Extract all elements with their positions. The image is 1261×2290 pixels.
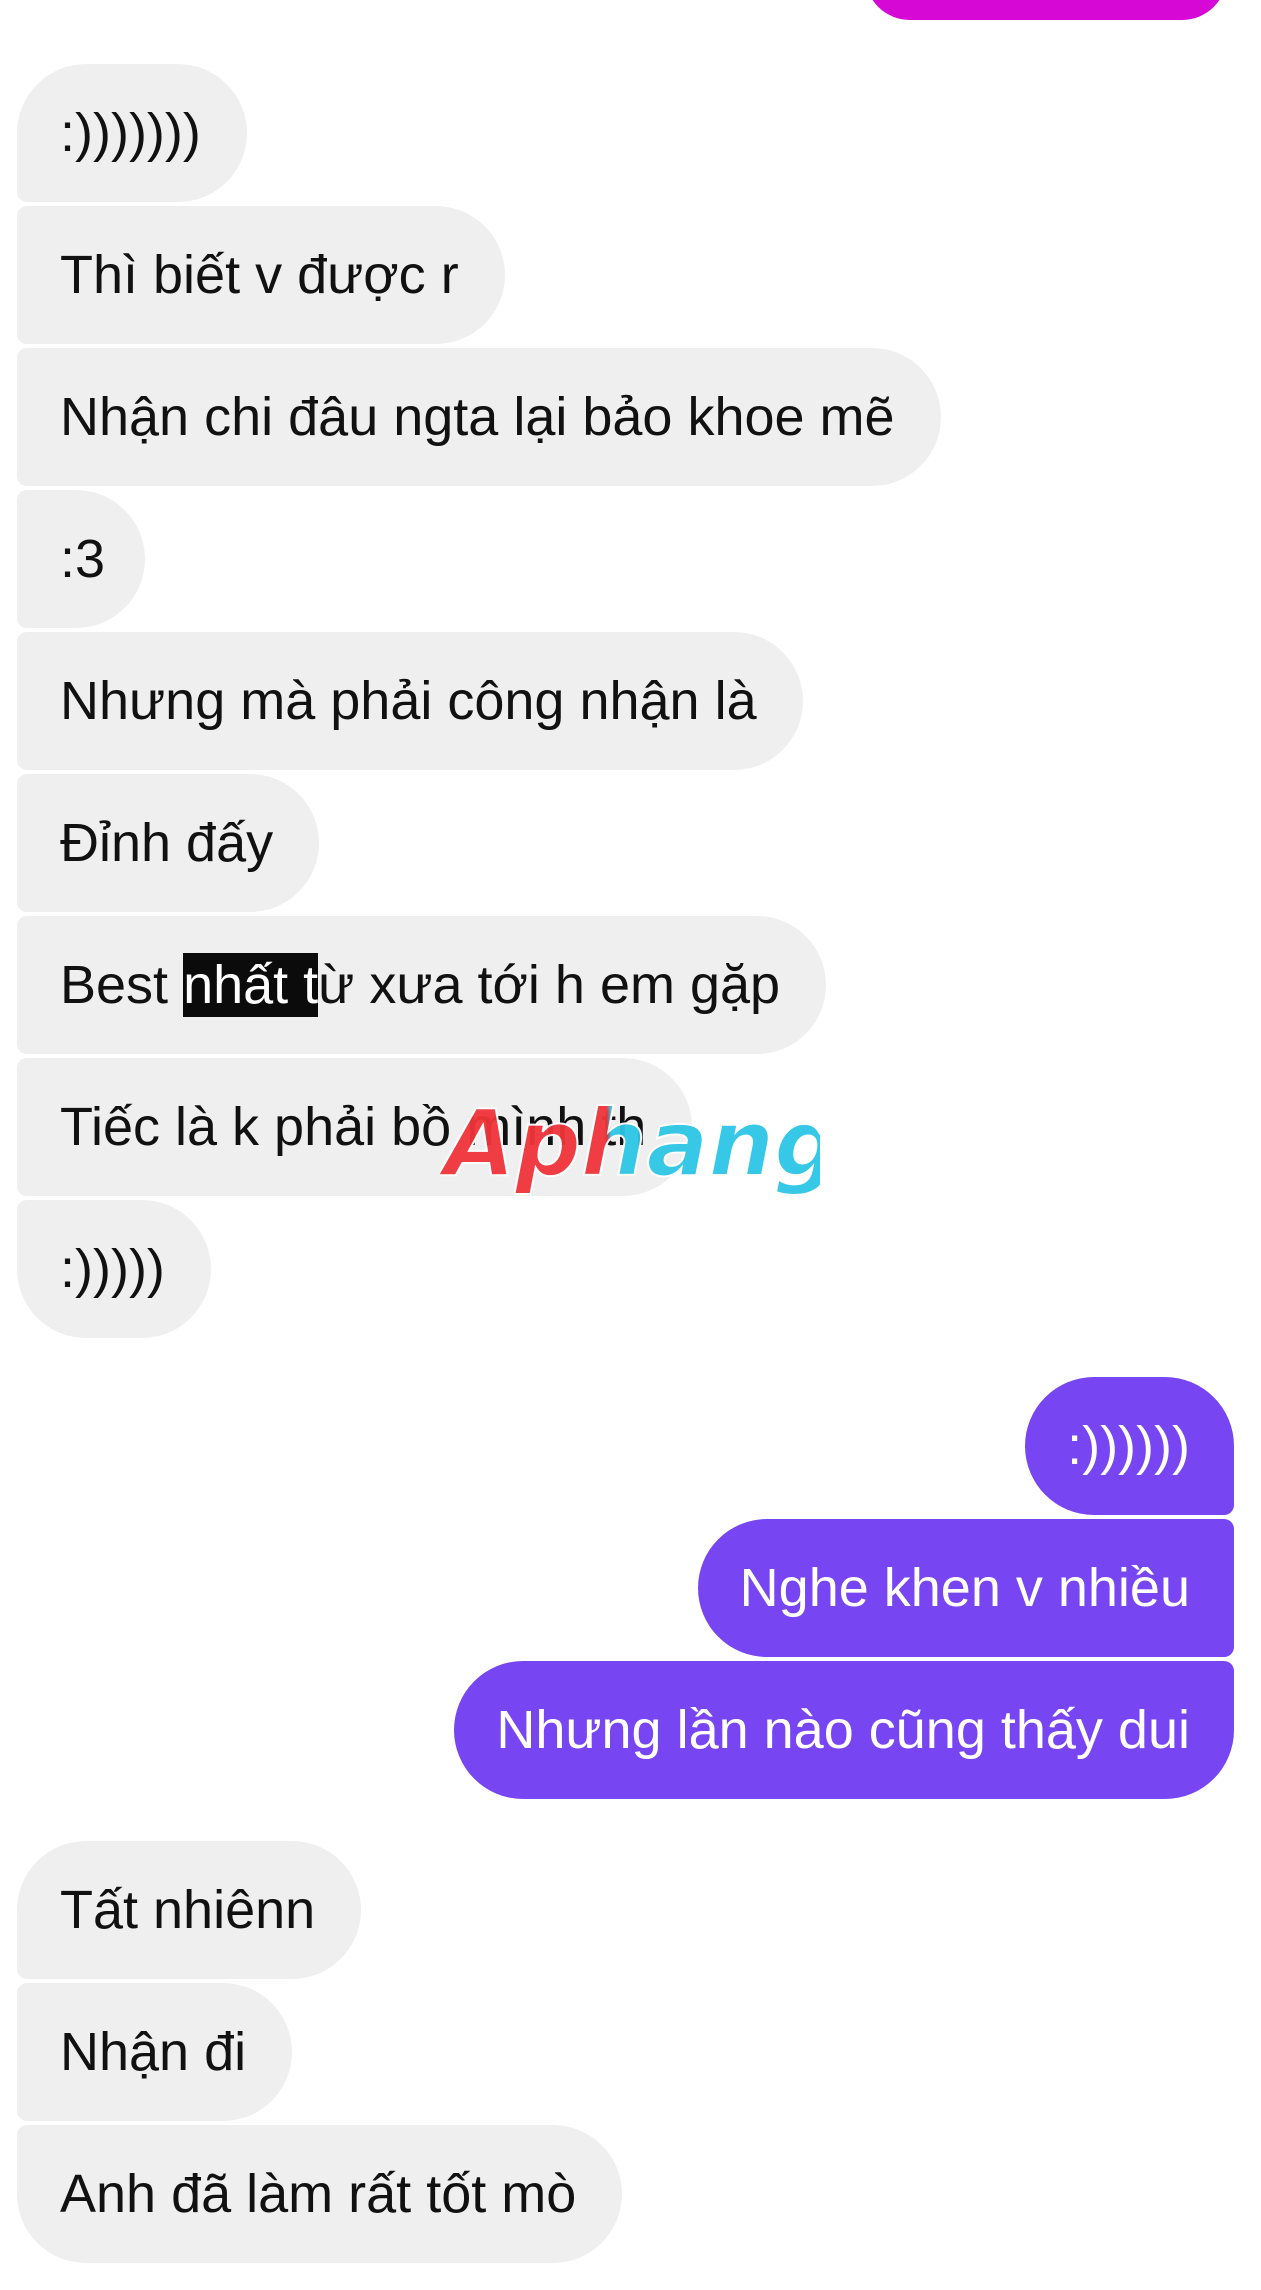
message-text: Nhưng mà phải công nhận là xyxy=(60,671,757,731)
incoming-message[interactable]: Best nhất từ xưa tới h em gặp xyxy=(17,916,827,1054)
message-text: Tiếc là k phải bồ mình th xyxy=(60,1097,647,1157)
message-text: Tất nhiênn xyxy=(60,1880,316,1940)
message-text: :))))) xyxy=(60,1239,165,1299)
incoming-message[interactable]: Tất nhiênn xyxy=(17,1841,362,1979)
message-text: Đỉnh đấy xyxy=(60,813,274,873)
message-text-part: ừ xưa tới h em gặp xyxy=(318,955,781,1015)
message-text: Thì biết v được r xyxy=(60,245,459,305)
message-text: Nhưng lần nào cũng thấy dui xyxy=(496,1700,1190,1760)
message-thread: :))))))) Thì biết v được r Nhận chi đâu … xyxy=(0,0,1261,2290)
message-text: Nghe khen v nhiều xyxy=(739,1558,1190,1618)
outgoing-message[interactable]: Nhưng lần nào cũng thấy dui xyxy=(454,1661,1234,1799)
message-text: Nhận đi xyxy=(60,2022,247,2082)
incoming-message[interactable]: Đỉnh đấy xyxy=(17,774,320,912)
incoming-message[interactable]: :))))) xyxy=(17,1200,211,1338)
incoming-message[interactable]: Tiếc là k phải bồ mình th xyxy=(17,1058,693,1196)
incoming-message[interactable]: Nhận đi xyxy=(17,1983,293,2121)
message-text: :))))))) xyxy=(60,103,201,163)
incoming-message[interactable]: :3 xyxy=(17,490,146,628)
message-text: Anh đã làm rất tốt mò xyxy=(60,2164,577,2224)
selected-text-highlight[interactable]: nhất t xyxy=(183,953,319,1017)
outgoing-bubble-partial[interactable] xyxy=(865,0,1227,20)
message-text: :)))))) xyxy=(1067,1416,1190,1476)
incoming-message[interactable]: Thì biết v được r xyxy=(17,206,505,344)
message-text: Best nhất từ xưa tới h em gặp xyxy=(60,953,781,1017)
incoming-message[interactable]: Anh đã làm rất tốt mò xyxy=(17,2125,623,2263)
outgoing-message[interactable]: :)))))) xyxy=(1025,1377,1234,1515)
message-text-part: Best xyxy=(60,955,184,1015)
outgoing-message[interactable]: Nghe khen v nhiều xyxy=(697,1519,1234,1657)
incoming-message[interactable]: Nhưng mà phải công nhận là xyxy=(17,632,803,770)
message-text: Nhận chi đâu ngta lại bảo khoe mẽ xyxy=(60,387,895,447)
incoming-message[interactable]: Nhận chi đâu ngta lại bảo khoe mẽ xyxy=(17,348,941,486)
message-text: :3 xyxy=(60,529,106,589)
incoming-message[interactable]: :))))))) xyxy=(17,64,247,202)
